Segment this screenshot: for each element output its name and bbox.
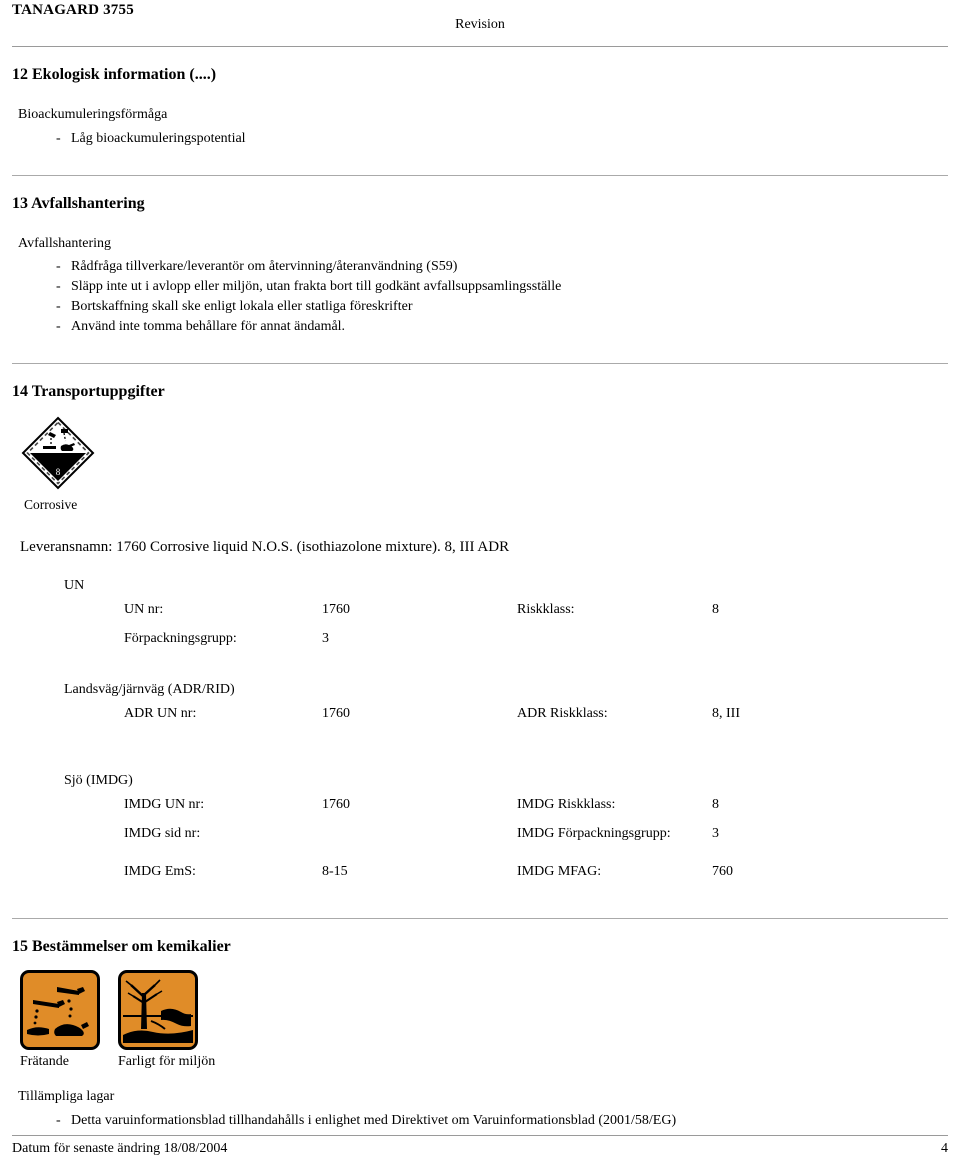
list-item: Rådfråga tillverkare/leverantör om återv…: [56, 257, 948, 277]
divider-after-waste: [12, 362, 948, 364]
row-value: 1760: [322, 601, 350, 617]
pictogram-cell-corrosive: Frätande: [20, 970, 106, 1070]
table-row: Förpackningsgrupp: 3: [12, 631, 948, 660]
row-value: 1760: [322, 796, 350, 812]
row-label-secondary: Riskklass:: [517, 601, 575, 617]
pictogram-cell-environment: Farligt för miljön: [118, 970, 216, 1070]
row-value-secondary: 3: [712, 825, 719, 841]
row-label: UN nr:: [124, 601, 164, 617]
row-value: 3: [322, 630, 329, 646]
section-title-transport: 14 Transportuppgifter: [12, 382, 165, 400]
transport-placard-block: 8 Corrosive: [20, 415, 948, 513]
row-value-secondary: 760: [712, 863, 733, 879]
pictogram-label: Frätande: [20, 1054, 69, 1070]
table-row: IMDG sid nr: IMDG Förpackningsgrupp: 3: [12, 826, 948, 864]
row-label: Förpackningsgrupp:: [124, 630, 237, 646]
row-label: ADR UN nr:: [124, 705, 197, 721]
table-row: ADR UN nr: 1760 ADR Riskklass: 8, III: [12, 706, 948, 735]
row-value-secondary: 8: [712, 601, 719, 617]
table-row: UN nr: 1760 Riskklass: 8: [12, 602, 948, 631]
row-label-secondary: IMDG Riskklass:: [517, 796, 616, 812]
svg-text:8: 8: [56, 467, 61, 477]
row-label: IMDG sid nr:: [124, 825, 201, 841]
list-item: Släpp inte ut i avlopp eller miljön, uta…: [56, 277, 948, 297]
subhead-bioaccumulation: Bioackumuleringsförmåga: [18, 107, 168, 123]
transport-group-un: UN UN nr: 1760 Riskklass: 8 Förpacknings…: [12, 578, 948, 660]
row-value-secondary: 8, III: [712, 705, 740, 721]
waste-item-list: Rådfråga tillverkare/leverantör om återv…: [12, 257, 948, 337]
pictogram-label: Farligt för miljön: [118, 1054, 216, 1070]
hazard-pictogram-row: Frätande Farligt för miljön: [20, 970, 948, 1070]
divider-after-ecological: [12, 174, 948, 176]
last-revision-date: Datum för senaste ändring 18/08/2004: [12, 1141, 228, 1156]
document-body: 12 Ekologisk information (....) Bioackum…: [0, 65, 960, 175]
placard-caption: Corrosive: [24, 496, 78, 512]
revision-label: Revision: [455, 17, 505, 32]
group-heading: UN: [64, 577, 85, 593]
section-title-regulations: 15 Bestämmelser om kemikalier: [12, 937, 231, 955]
list-item: Detta varuinformationsblad tillhandahåll…: [56, 1111, 948, 1131]
row-value-secondary: 8: [712, 796, 719, 812]
row-value: 1760: [322, 705, 350, 721]
header-divider: [12, 46, 948, 47]
section-title-waste: 13 Avfallshantering: [12, 194, 145, 212]
table-row: IMDG EmS: 8-15 IMDG MFAG: 760: [12, 864, 948, 902]
list-item: Bortskaffning skall ske enligt lokala el…: [56, 297, 948, 317]
corrosive-hazard-icon: [20, 970, 100, 1051]
row-label-secondary: ADR Riskklass:: [517, 705, 608, 721]
row-label-secondary: IMDG MFAG:: [517, 863, 602, 879]
ecological-item-list: Låg bioackumuleringspotential: [12, 129, 948, 149]
list-item: Låg bioackumuleringspotential: [56, 129, 948, 149]
document-header: TANAGARD 3755 Revision: [0, 0, 960, 46]
list-item: Använd inte tomma behållare för annat än…: [56, 317, 948, 337]
row-label-secondary: IMDG Förpackningsgrupp:: [517, 825, 671, 841]
corrosive-diamond-icon: 8: [20, 415, 96, 491]
subhead-applicable-laws: Tillämpliga lagar: [18, 1089, 115, 1105]
group-heading: Landsväg/järnväg (ADR/RID): [64, 681, 235, 697]
table-row: IMDG UN nr: 1760 IMDG Riskklass: 8: [12, 797, 948, 826]
row-label: IMDG EmS:: [124, 863, 196, 879]
environment-hazard-icon: [118, 970, 198, 1051]
laws-item-list: Detta varuinformationsblad tillhandahåll…: [12, 1111, 948, 1131]
document-page: TANAGARD 3755 Revision 12 Ekologisk info…: [0, 0, 960, 1169]
row-label: IMDG UN nr:: [124, 796, 205, 812]
section-title-ecological: 12 Ekologisk information (....): [12, 66, 217, 83]
subhead-waste: Avfallshantering: [18, 235, 112, 251]
divider-after-transport: [12, 917, 948, 919]
row-value: 8-15: [322, 863, 348, 879]
group-heading: Sjö (IMDG): [64, 772, 133, 788]
page-number: 4: [941, 1141, 948, 1156]
delivery-name: Leveransnamn: 1760 Corrosive liquid N.O.…: [20, 538, 510, 555]
document-footer: Datum för senaste ändring 18/08/2004 4: [0, 1135, 960, 1169]
transport-group-adr-rid: Landsväg/järnväg (ADR/RID) ADR UN nr: 17…: [12, 682, 948, 735]
transport-group-imdg: Sjö (IMDG) IMDG UN nr: 1760 IMDG Riskkla…: [12, 773, 948, 902]
